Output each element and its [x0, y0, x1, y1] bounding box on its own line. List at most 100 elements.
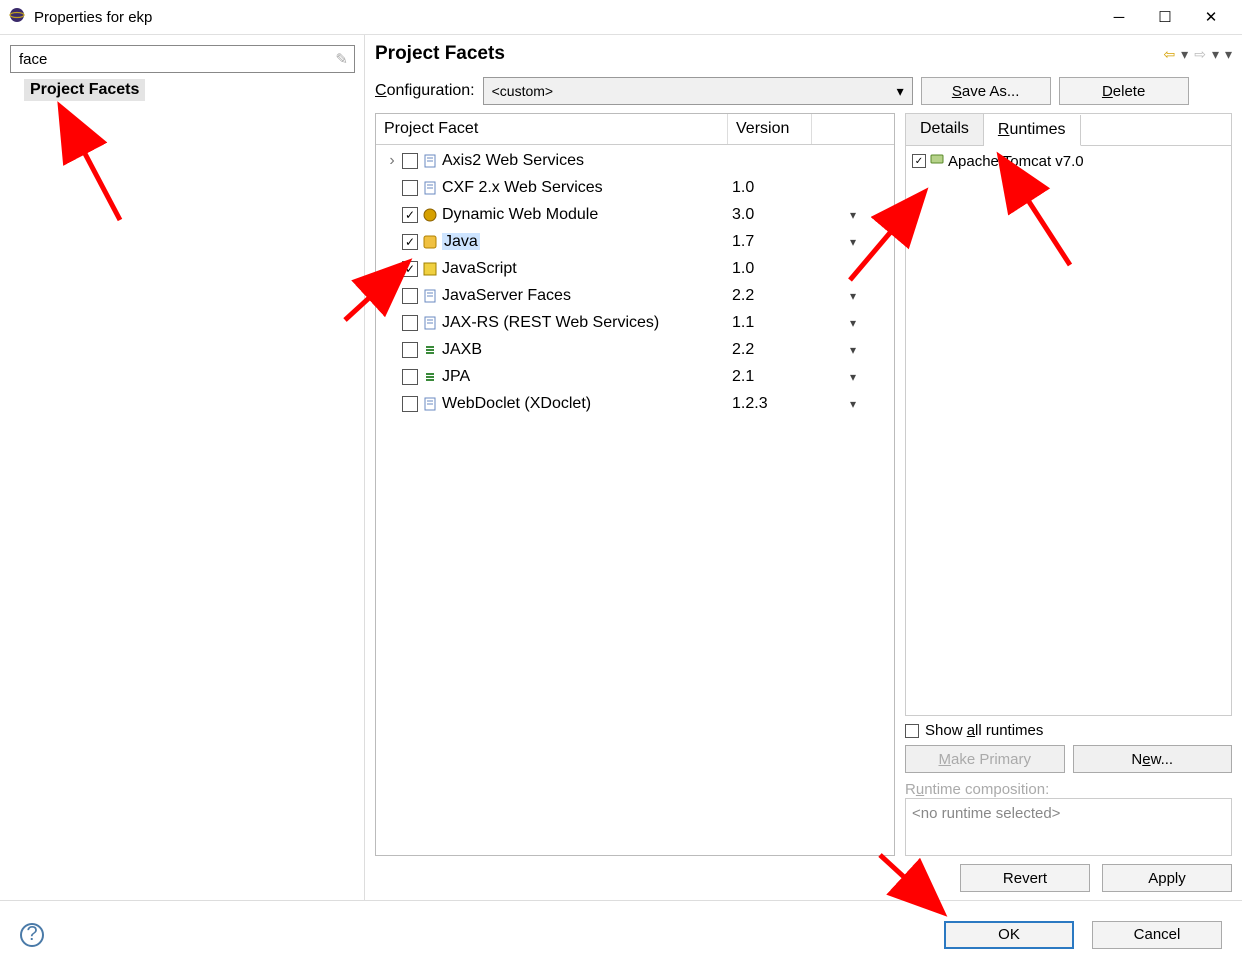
facet-row[interactable]: WebDoclet (XDoclet) 1.2.3▾	[376, 390, 894, 417]
filter-input[interactable]: ✎	[10, 45, 355, 73]
ok-button[interactable]: OK	[944, 921, 1074, 949]
column-header-version[interactable]: Version	[728, 114, 812, 144]
facet-checkbox[interactable]: ✓	[402, 261, 418, 277]
version-dropdown-icon[interactable]: ▾	[812, 208, 894, 222]
version-dropdown-icon[interactable]: ▾	[812, 235, 894, 249]
expand-icon[interactable]: ›	[386, 152, 398, 170]
column-header-facet[interactable]: Project Facet	[376, 114, 728, 144]
facet-version: 3.0	[728, 206, 812, 224]
facet-checkbox[interactable]	[402, 369, 418, 385]
facet-icon	[422, 396, 438, 412]
version-dropdown-icon[interactable]: ▾	[812, 316, 894, 330]
facet-icon	[422, 288, 438, 304]
help-icon[interactable]: ?	[20, 923, 44, 947]
dialog-footer: ? OK Cancel	[0, 900, 1242, 968]
facet-checkbox[interactable]	[402, 396, 418, 412]
minimize-button[interactable]: ─	[1096, 2, 1142, 32]
facet-icon	[422, 153, 438, 169]
new-runtime-button[interactable]: New...	[1073, 745, 1233, 773]
tab-runtimes[interactable]: Runtimes	[984, 115, 1081, 146]
facet-checkbox[interactable]	[402, 180, 418, 196]
facet-icon	[422, 180, 438, 196]
eclipse-icon	[8, 6, 26, 28]
runtime-label: Apache Tomcat v7.0	[948, 153, 1084, 170]
facet-icon	[422, 261, 438, 277]
runtime-composition-label: Runtime composition:	[905, 781, 1232, 798]
facet-row[interactable]: ✓ JavaScript 1.0	[376, 255, 894, 282]
version-dropdown-icon[interactable]: ▾	[812, 289, 894, 303]
facet-checkbox[interactable]: ✓	[402, 234, 418, 250]
maximize-button[interactable]: ☐	[1142, 2, 1188, 32]
facet-label: Dynamic Web Module	[442, 206, 598, 224]
configuration-value: <custom>	[492, 83, 553, 99]
titlebar: Properties for ekp ─ ☐ ✕	[0, 0, 1242, 34]
close-button[interactable]: ✕	[1188, 2, 1234, 32]
configuration-label: CConfiguration:onfiguration:	[375, 82, 475, 100]
cancel-button[interactable]: Cancel	[1092, 921, 1222, 949]
facet-label: JavaScript	[442, 260, 517, 278]
facet-checkbox[interactable]	[402, 342, 418, 358]
facet-row[interactable]: CXF 2.x Web Services 1.0	[376, 174, 894, 201]
delete-button[interactable]: Delete	[1059, 77, 1189, 105]
show-all-checkbox[interactable]	[905, 724, 919, 738]
runtimes-list: ✓ Apache Tomcat v7.0	[905, 145, 1232, 716]
nav-item-project-facets[interactable]: Project Facets	[24, 79, 145, 101]
facet-label: CXF 2.x Web Services	[442, 179, 603, 197]
facet-row[interactable]: JAX-RS (REST Web Services)1.1▾	[376, 309, 894, 336]
facets-table: Project Facet Version › Axis2 Web Service…	[375, 113, 895, 856]
facet-row[interactable]: ✓ Dynamic Web Module 3.0▾	[376, 201, 894, 228]
tab-details[interactable]: Details	[906, 114, 984, 145]
column-header-spacer	[812, 114, 894, 144]
facet-row[interactable]: JavaServer Faces2.2▾	[376, 282, 894, 309]
save-as-button[interactable]: Save As...	[921, 77, 1051, 105]
forward-icon[interactable]: ⇨	[1194, 46, 1206, 63]
back-menu-icon[interactable]: ▾	[1181, 46, 1188, 63]
facet-row[interactable]: JPA2.1▾	[376, 363, 894, 390]
runtime-item-tomcat[interactable]: ✓ Apache Tomcat v7.0	[912, 152, 1225, 170]
facet-checkbox[interactable]	[402, 153, 418, 169]
version-dropdown-icon[interactable]: ▾	[812, 370, 894, 384]
facet-label: JAXB	[442, 341, 482, 359]
revert-button[interactable]: Revert	[960, 864, 1090, 892]
version-dropdown-icon[interactable]: ▾	[812, 397, 894, 411]
clear-filter-icon[interactable]: ✎	[335, 50, 348, 68]
facet-label: WebDoclet (XDoclet)	[442, 395, 591, 413]
facet-icon	[422, 369, 438, 385]
view-menu-icon[interactable]: ▾	[1225, 46, 1232, 63]
facet-version: 2.2	[728, 287, 812, 305]
facet-checkbox[interactable]: ✓	[402, 207, 418, 223]
runtime-checkbox[interactable]: ✓	[912, 154, 926, 168]
facet-row[interactable]: JAXB 2.2▾	[376, 336, 894, 363]
facet-row[interactable]: › Axis2 Web Services	[376, 147, 894, 174]
apply-button[interactable]: Apply	[1102, 864, 1232, 892]
server-icon	[930, 152, 944, 170]
facet-label: JAX-RS (REST Web Services)	[442, 314, 659, 332]
facet-icon	[422, 342, 438, 358]
filter-navigation-pane: ✎ Project Facets	[0, 35, 365, 900]
chevron-down-icon: ▾	[897, 83, 904, 100]
forward-menu-icon[interactable]: ▾	[1212, 46, 1219, 63]
version-dropdown-icon[interactable]: ▾	[812, 343, 894, 357]
page-title: Project Facets	[375, 43, 1163, 65]
facet-checkbox[interactable]	[402, 315, 418, 331]
filter-text-field[interactable]	[17, 50, 331, 69]
tab-row: Details Runtimes	[905, 113, 1232, 145]
show-all-label: Show all runtimes	[925, 722, 1043, 739]
facet-version: 1.2.3	[728, 395, 812, 413]
window-title: Properties for ekp	[34, 9, 1096, 26]
configuration-dropdown[interactable]: <custom> ▾	[483, 77, 913, 105]
facet-label: JPA	[442, 368, 470, 386]
back-icon[interactable]: ⇦	[1163, 46, 1175, 63]
facet-icon	[422, 315, 438, 331]
facet-version: 2.2	[728, 341, 812, 359]
facet-version: 1.0	[728, 260, 812, 278]
facet-label: Axis2 Web Services	[442, 152, 584, 170]
make-primary-button: Make Primary	[905, 745, 1065, 773]
facet-icon	[422, 234, 438, 250]
facet-checkbox[interactable]	[402, 288, 418, 304]
runtime-composition-box: <no runtime selected>	[905, 798, 1232, 856]
detail-pane: Details Runtimes ✓ Apache Tomcat v7.0 Sh…	[905, 113, 1232, 856]
facet-row[interactable]: ✓Java1.7▾	[376, 228, 894, 255]
facet-version: 1.0	[728, 179, 812, 197]
facet-icon	[422, 207, 438, 223]
